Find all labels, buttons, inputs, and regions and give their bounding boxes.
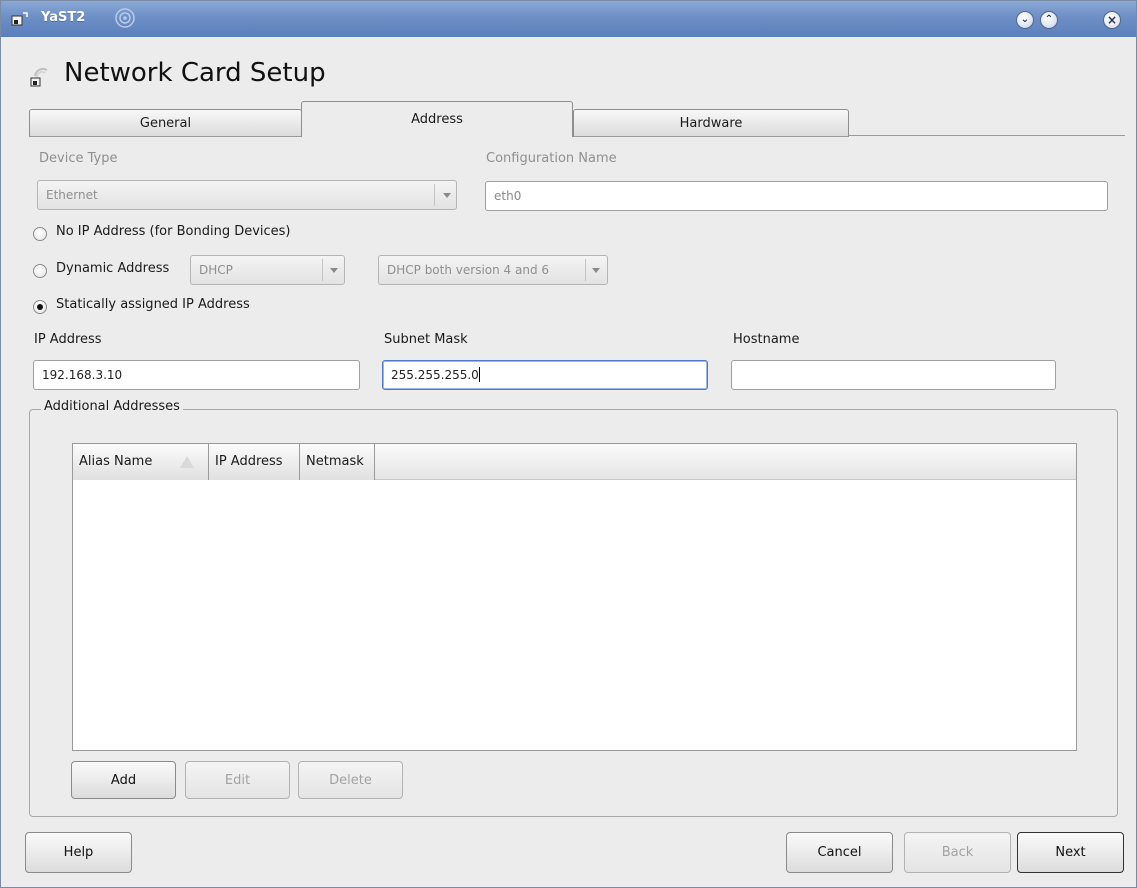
cancel-button-label: Cancel xyxy=(817,845,862,860)
network-card-icon xyxy=(30,67,48,87)
tab-baseline xyxy=(849,135,1125,136)
static-ip-label[interactable]: Statically assigned IP Address xyxy=(56,297,250,312)
app-icon[interactable] xyxy=(11,11,29,27)
delete-button[interactable]: Delete xyxy=(298,761,403,799)
column-alias-name-label: Alias Name xyxy=(79,454,153,469)
device-type-label: Device Type xyxy=(39,151,118,166)
edit-button-label: Edit xyxy=(224,772,251,788)
edit-button[interactable]: Edit xyxy=(185,761,290,799)
dhcp-method-value: DHCP xyxy=(199,263,233,277)
device-type-value: Ethernet xyxy=(46,188,98,202)
configuration-name-field[interactable]: eth0 xyxy=(485,181,1108,211)
subnet-mask-value: 255.255.255.0 xyxy=(391,368,479,382)
cancel-button[interactable]: Cancel xyxy=(786,832,893,873)
dynamic-address-radio[interactable] xyxy=(33,264,47,278)
chevron-down-icon xyxy=(592,268,600,273)
ip-address-field[interactable]: 192.168.3.10 xyxy=(33,360,360,390)
tab-address[interactable]: Address xyxy=(301,101,573,137)
column-netmask[interactable]: Netmask xyxy=(300,444,375,480)
column-netmask-label: Netmask xyxy=(306,454,364,469)
help-button[interactable]: Help xyxy=(25,832,132,873)
subnet-mask-label: Subnet Mask xyxy=(384,332,468,347)
no-ip-label[interactable]: No IP Address (for Bonding Devices) xyxy=(56,224,291,239)
tab-address-label: Address xyxy=(411,112,463,127)
tab-hardware[interactable]: Hardware xyxy=(573,109,849,137)
configuration-name-label: Configuration Name xyxy=(486,151,617,166)
additional-addresses-title: Additional Addresses xyxy=(41,399,183,414)
suse-swirl-icon xyxy=(115,8,135,28)
page-title: Network Card Setup xyxy=(64,58,326,88)
combo-separator xyxy=(585,259,586,281)
add-button[interactable]: Add xyxy=(71,761,176,799)
tab-general-label: General xyxy=(139,115,192,131)
title-bar[interactable]: YaST2 ⌄ ⌃ × xyxy=(1,1,1136,37)
next-button[interactable]: Next xyxy=(1017,832,1124,873)
back-button-label: Back xyxy=(941,845,974,860)
device-type-combo[interactable]: Ethernet xyxy=(37,180,457,210)
aliases-table[interactable]: Alias Name IP Address Netmask xyxy=(72,443,1077,751)
sort-ascending-icon xyxy=(180,456,194,468)
hostname-label: Hostname xyxy=(733,332,800,347)
subnet-mask-field[interactable]: 255.255.255.0 xyxy=(382,360,708,390)
chevron-down-icon xyxy=(330,268,338,273)
maximize-button[interactable]: ⌃ xyxy=(1040,11,1058,29)
close-icon: × xyxy=(1106,13,1118,27)
combo-separator xyxy=(322,259,323,281)
chevron-down-icon xyxy=(443,193,451,198)
hostname-field[interactable] xyxy=(731,360,1056,390)
combo-separator xyxy=(434,184,435,206)
back-button[interactable]: Back xyxy=(904,832,1011,873)
column-ip-address-label: IP Address xyxy=(215,454,283,469)
delete-button-label: Delete xyxy=(329,772,372,788)
tab-general[interactable]: General xyxy=(29,109,302,137)
ip-address-label: IP Address xyxy=(34,332,102,347)
window-title: YaST2 xyxy=(41,10,86,25)
next-button-label: Next xyxy=(1055,845,1086,860)
chevron-down-icon: ⌄ xyxy=(1020,14,1030,25)
dhcp-version-combo[interactable]: DHCP both version 4 and 6 xyxy=(378,255,608,285)
dhcp-method-combo[interactable]: DHCP xyxy=(190,255,345,285)
tab-hardware-label: Hardware xyxy=(679,115,743,131)
close-button[interactable]: × xyxy=(1103,11,1121,29)
minimize-button[interactable]: ⌄ xyxy=(1016,11,1034,29)
dhcp-version-value: DHCP both version 4 and 6 xyxy=(387,263,550,277)
table-header: Alias Name IP Address Netmask xyxy=(73,444,1076,480)
column-alias-name[interactable]: Alias Name xyxy=(73,444,209,480)
help-button-label: Help xyxy=(63,845,94,860)
chevron-up-icon: ⌃ xyxy=(1044,14,1054,25)
text-caret xyxy=(478,367,480,382)
column-ip-address[interactable]: IP Address xyxy=(209,444,300,480)
dynamic-address-label[interactable]: Dynamic Address xyxy=(56,261,169,276)
yast-window: YaST2 ⌄ ⌃ × Network Card Setup General A… xyxy=(0,0,1137,888)
add-button-label: Add xyxy=(110,772,137,788)
static-ip-radio[interactable] xyxy=(33,300,47,314)
no-ip-radio[interactable] xyxy=(33,227,47,241)
